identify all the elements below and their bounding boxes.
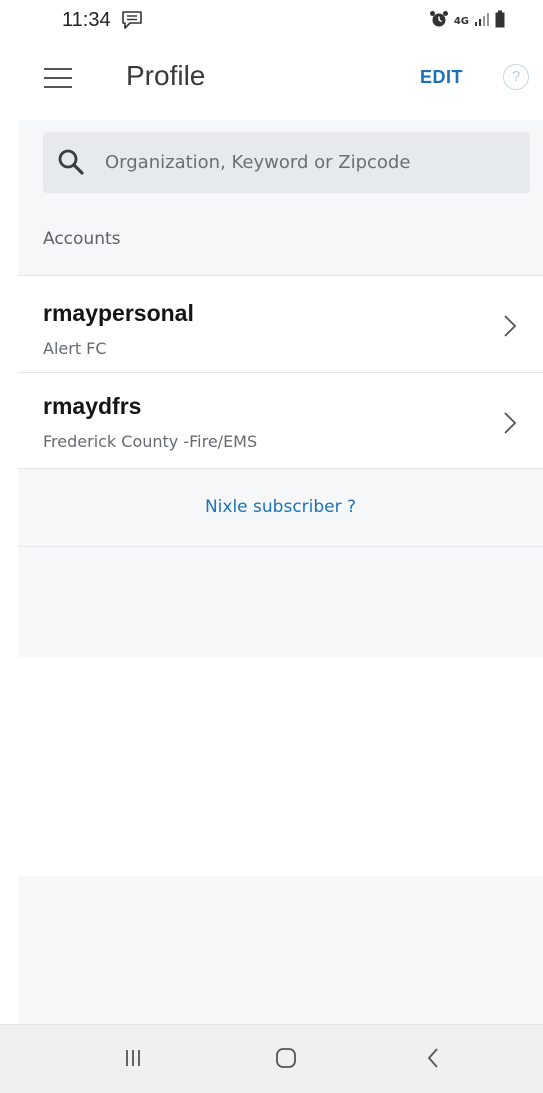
hamburger-menu-icon[interactable] (44, 68, 72, 90)
account-organization: Alert FC (43, 339, 107, 358)
recent-apps-icon[interactable] (125, 1047, 141, 1074)
search-box[interactable] (43, 132, 530, 193)
nixle-subscriber-link[interactable]: Nixle subscriber ? (18, 497, 543, 517)
account-row[interactable]: rmaypersonal Alert FC (18, 276, 543, 373)
help-circle-icon[interactable]: ? (503, 64, 529, 90)
signal-icon (474, 11, 490, 32)
account-name: rmaypersonal (43, 300, 194, 326)
accounts-section-label: Accounts (43, 229, 121, 249)
profile-content: Accounts rmaypersonal Alert FC rmaydfrs … (18, 120, 543, 657)
status-indicators: 4G (429, 10, 505, 33)
network-type-label: 4G (453, 16, 469, 27)
subscriber-row: Nixle subscriber ? (18, 469, 543, 547)
home-icon[interactable] (275, 1047, 297, 1074)
system-nav-bar (0, 1024, 543, 1093)
lower-panel (18, 876, 543, 1024)
account-row[interactable]: rmaydfrs Frederick County -Fire/EMS (18, 373, 543, 469)
status-bar: 11:34 4G (0, 0, 543, 40)
back-icon[interactable] (426, 1047, 440, 1074)
alarm-icon (429, 10, 449, 33)
battery-icon (495, 10, 505, 33)
message-notification-icon (121, 10, 143, 35)
chevron-right-icon (503, 411, 517, 440)
page-title: Profile (126, 60, 206, 91)
app-bar: Profile EDIT ? (0, 40, 543, 120)
edit-button[interactable]: EDIT (420, 67, 463, 88)
account-name: rmaydfrs (43, 393, 142, 419)
search-icon (57, 148, 85, 181)
account-organization: Frederick County -Fire/EMS (43, 432, 258, 451)
search-input[interactable] (105, 132, 515, 193)
status-time: 11:34 (62, 9, 111, 31)
chevron-right-icon (503, 314, 517, 343)
accounts-list: rmaypersonal Alert FC rmaydfrs Frederick… (18, 275, 543, 469)
